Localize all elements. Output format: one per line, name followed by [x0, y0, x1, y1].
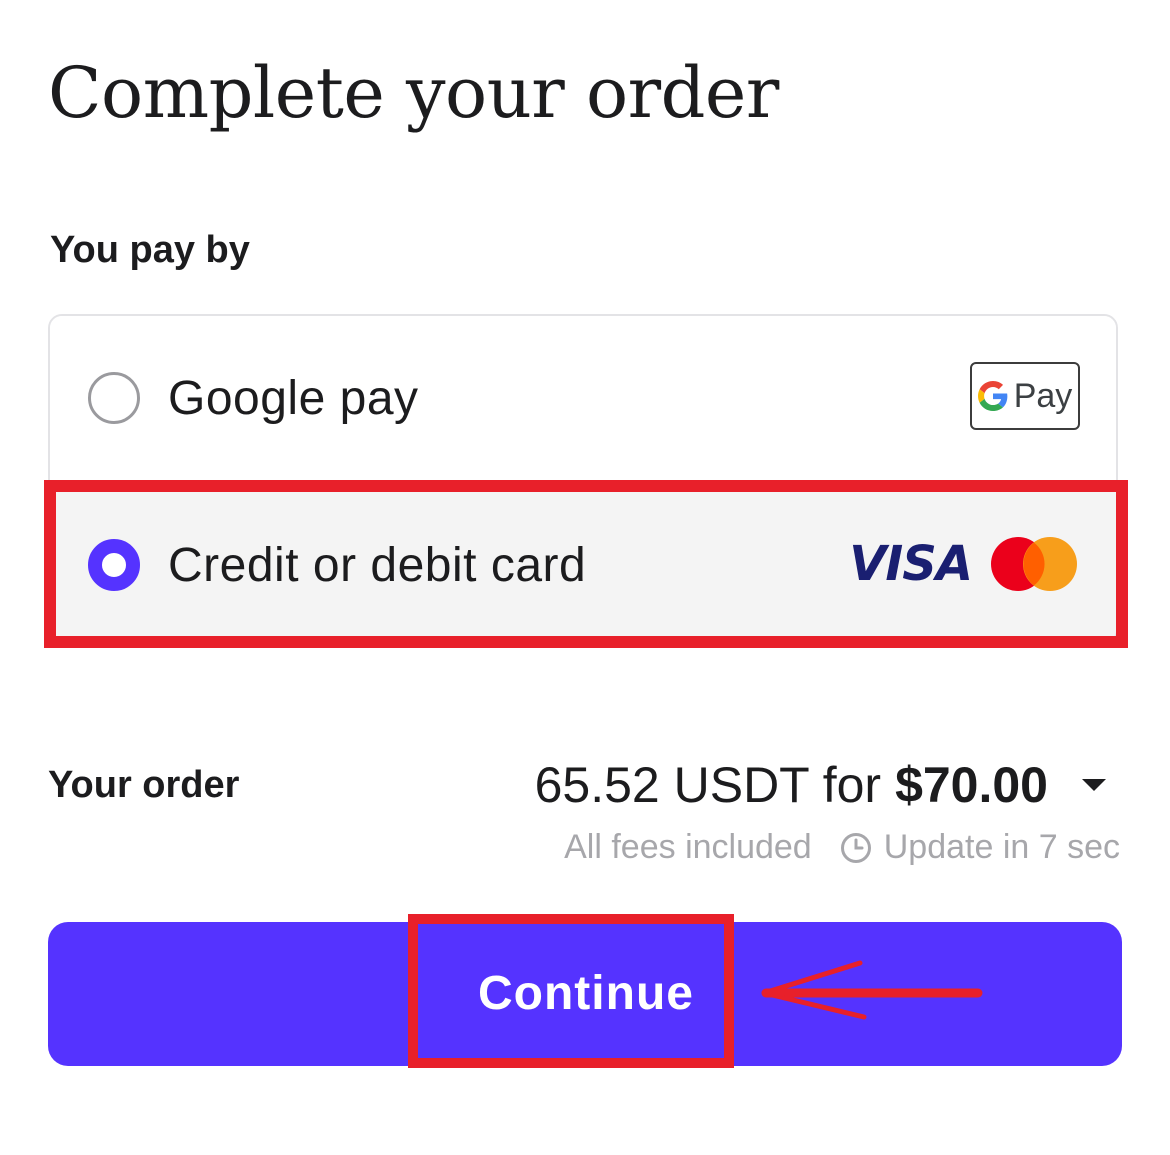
continue-button[interactable] [48, 922, 1122, 1066]
payment-option-google-pay[interactable]: Google pay Pay [50, 316, 1116, 482]
order-label: Your order [48, 764, 240, 806]
order-meta: All fees included Update in 7 sec [564, 828, 1120, 867]
google-g-icon [977, 381, 1008, 411]
clock-icon [840, 832, 872, 864]
order-summary[interactable]: 65.52 USDT for $70.00 [535, 756, 1106, 814]
payment-option-card[interactable]: Credit or debit card VISA [50, 482, 1116, 642]
fiat-amount: $70.00 [895, 757, 1048, 813]
checkout-page: Complete your order You pay by Google pa… [0, 0, 1170, 1155]
chevron-down-icon[interactable] [1082, 779, 1106, 791]
card-label: Credit or debit card [168, 539, 587, 592]
update-timer: Update in 7 sec [883, 828, 1120, 866]
payment-section-label: You pay by [50, 229, 250, 271]
google-pay-radio[interactable] [88, 372, 140, 424]
google-pay-badge-text: Pay [1013, 376, 1073, 415]
google-pay-icon: Pay [970, 362, 1080, 430]
visa-icon: VISA [849, 536, 973, 592]
fees-note: All fees included [564, 828, 812, 866]
card-brand-logos: VISA [849, 536, 1078, 592]
page-title: Complete your order [48, 52, 779, 134]
card-radio-selected[interactable] [88, 539, 140, 591]
mastercard-icon [991, 537, 1077, 591]
google-pay-label: Google pay [168, 372, 419, 425]
crypto-amount: 65.52 USDT for [534, 757, 882, 813]
payment-methods-list: Google pay Pay Credit or debit card VISA [48, 314, 1118, 644]
